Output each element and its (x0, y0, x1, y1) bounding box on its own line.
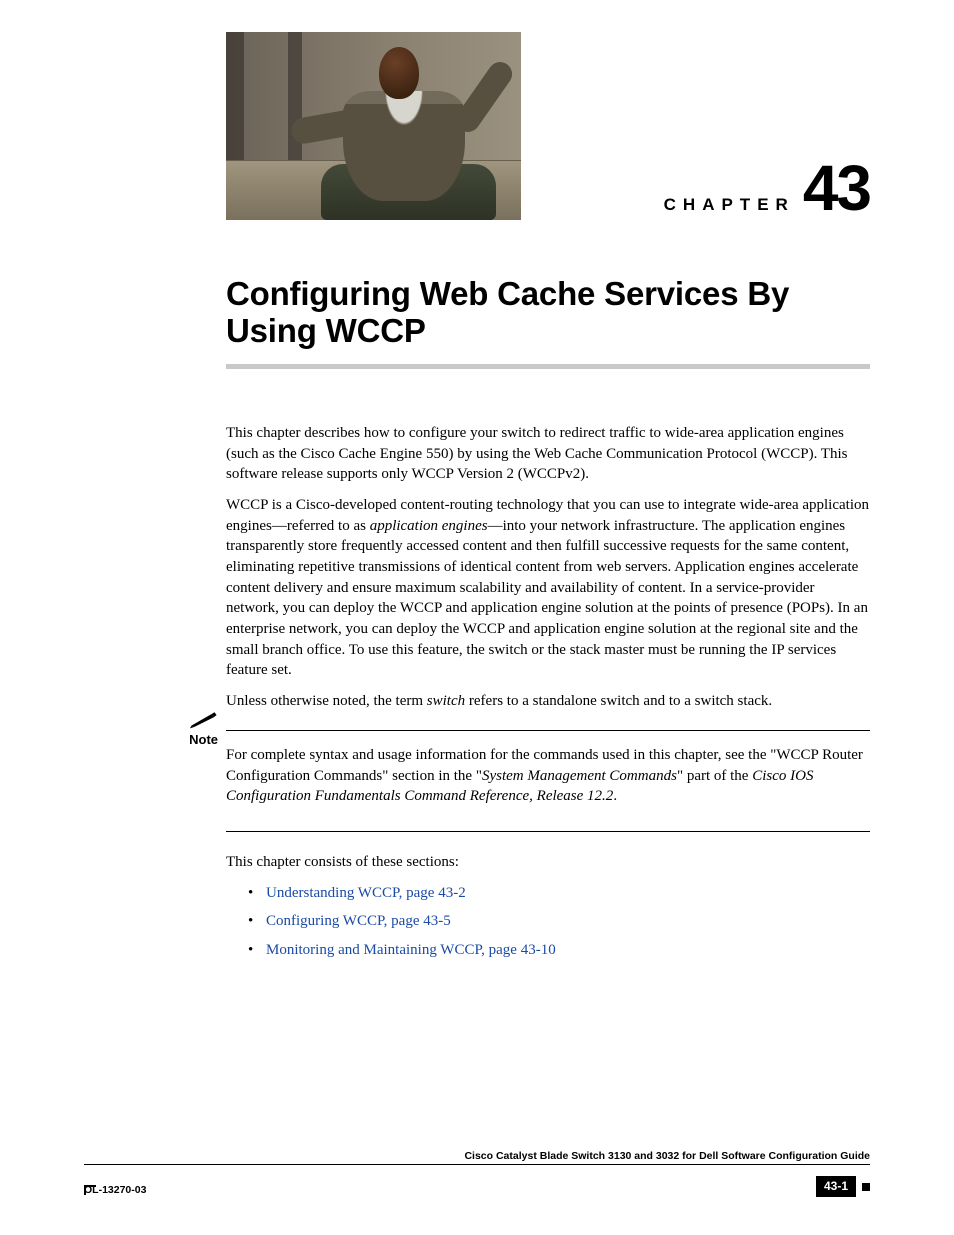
note-block: Note For complete syntax and usage infor… (226, 730, 870, 832)
note-em1: System Management Commands (482, 768, 677, 784)
p2-part-b: —into your network infrastructure. The a… (226, 518, 868, 679)
note-t2: " part of the (677, 768, 752, 784)
note-text: For complete syntax and usage informatio… (226, 745, 870, 807)
note-t3: . (613, 788, 617, 804)
footer-rule (84, 1164, 870, 1165)
intro-paragraph-2: WCCP is a Cisco-developed content-routin… (226, 495, 870, 681)
footer-guide-title: Cisco Catalyst Blade Switch 3130 and 303… (84, 1149, 870, 1163)
chapter-label: CHAPTER (664, 193, 795, 216)
p3-part-b: refers to a standalone switch and to a s… (465, 693, 772, 709)
note-label: Note (162, 731, 218, 749)
p2-emphasis: application engines (370, 518, 488, 534)
toc-list: Understanding WCCP, page 43-2 Configurin… (248, 883, 870, 961)
toc-link-monitoring[interactable]: Monitoring and Maintaining WCCP, page 43… (248, 940, 870, 961)
page-footer: Cisco Catalyst Blade Switch 3130 and 303… (84, 1149, 870, 1197)
toc-link-understanding[interactable]: Understanding WCCP, page 43-2 (248, 883, 870, 904)
p3-part-a: Unless otherwise noted, the term (226, 693, 427, 709)
pen-icon (190, 711, 218, 729)
chapter-hero-image (226, 32, 521, 220)
toc-link-configuring[interactable]: Configuring WCCP, page 43-5 (248, 911, 870, 932)
page-corner-tick (862, 1183, 870, 1191)
chapter-number: 43 (803, 156, 870, 220)
page-number-badge: 43-1 (816, 1176, 856, 1197)
intro-paragraph-3: Unless otherwise noted, the term switch … (226, 691, 870, 712)
p3-emphasis: switch (427, 693, 465, 709)
intro-paragraph-1: This chapter describes how to configure … (226, 423, 870, 485)
chapter-title: Configuring Web Cache Services By Using … (226, 276, 870, 350)
footer-corner-tick-left (84, 1185, 96, 1187)
title-rule (226, 364, 870, 369)
sections-lead: This chapter consists of these sections: (226, 852, 870, 873)
